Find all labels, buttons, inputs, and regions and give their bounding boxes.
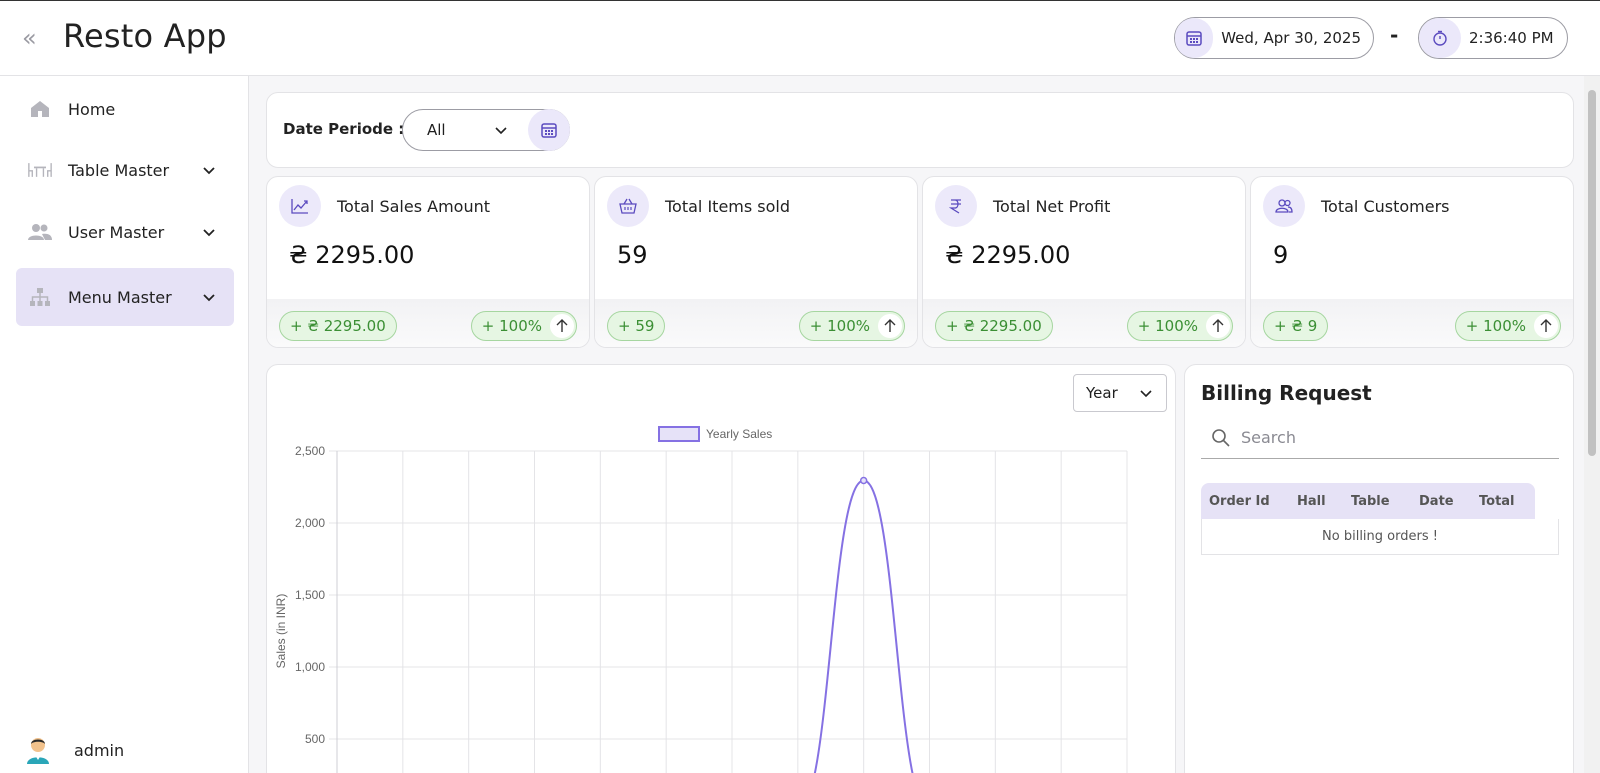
- sidebar-item-menu-master[interactable]: Menu Master: [16, 268, 234, 326]
- sidebar-item-user-master[interactable]: User Master: [16, 203, 234, 261]
- chevron-down-icon: [203, 167, 215, 175]
- date-period-value: All: [427, 121, 446, 139]
- column-header: Table: [1351, 493, 1390, 509]
- table-header: Order Id Hall Table Date Total: [1201, 483, 1535, 519]
- basket-icon: [607, 185, 649, 227]
- sidebar-item-table-master[interactable]: Table Master: [16, 141, 234, 199]
- search-box: [1201, 417, 1559, 459]
- chart-period-value: Year: [1086, 384, 1118, 402]
- y-tick-label: 2,500: [295, 444, 325, 458]
- stat-percent-badge: + 100%: [470, 311, 577, 341]
- y-tick-label: 1,000: [295, 660, 325, 674]
- stat-card-items-sold: Total Items sold 59 + 59 + 100%: [594, 176, 918, 348]
- chevron-down-icon: [1140, 390, 1152, 398]
- stat-card-total-sales: Total Sales Amount ₴ 2295.00 + ₴ 2295.00…: [266, 176, 590, 348]
- y-tick-label: 2,000: [295, 516, 325, 530]
- search-input[interactable]: [1241, 428, 1541, 447]
- billing-table: Order Id Hall Table Date Total No billin…: [1201, 483, 1559, 555]
- sidebar-item-label: Table Master: [68, 160, 170, 180]
- app-title: Resto App: [63, 17, 227, 55]
- stat-title: Total Sales Amount: [337, 196, 490, 216]
- column-header: Total: [1479, 493, 1515, 509]
- stat-percent-badge: + 100%: [1126, 311, 1233, 341]
- date-period-label: Date Periode :: [283, 120, 405, 138]
- y-tick-label: 500: [305, 732, 325, 746]
- time-display: 2:36:40 PM: [1418, 17, 1568, 59]
- stat-percent-badge: + 100%: [798, 311, 905, 341]
- empty-table-message: No billing orders !: [1201, 519, 1559, 555]
- y-tick-label: 1,500: [295, 588, 325, 602]
- sales-chart-panel: Year Yearly Sales 2,500 2,000 1,500 1,000 500…: [266, 364, 1176, 773]
- column-header: Hall: [1297, 493, 1326, 509]
- top-header: « Resto App Wed, Apr 30, 2025 - 2:36:40 …: [0, 0, 1600, 76]
- users-icon: [28, 221, 52, 243]
- calendar-icon: [1175, 18, 1214, 58]
- avatar: [26, 736, 50, 764]
- date-period-select[interactable]: All: [402, 109, 570, 151]
- column-header: Date: [1419, 493, 1454, 509]
- chevron-down-icon: [203, 229, 215, 237]
- data-point: [859, 476, 868, 485]
- stat-percent: + 100%: [481, 317, 542, 335]
- arrow-up-icon: [1206, 314, 1230, 338]
- trend-chart-icon: [279, 185, 321, 227]
- stat-value: 9: [1273, 241, 1289, 269]
- collapse-sidebar-icon[interactable]: «: [22, 25, 44, 53]
- chevron-down-icon: [495, 127, 507, 135]
- username: admin: [74, 740, 125, 760]
- sidebar: Home Table Master User Master Menu Maste…: [0, 76, 249, 773]
- legend-label: Yearly Sales: [706, 427, 772, 441]
- calendar-picker-button[interactable]: [528, 109, 570, 151]
- billing-request-panel: Billing Request Order Id Hall Table Date…: [1184, 364, 1574, 773]
- yearly-sales-chart: Yearly Sales 2,500 2,000 1,500 1,000 500 Sales…: [274, 426, 1128, 773]
- scrollbar-thumb[interactable]: [1588, 90, 1596, 456]
- arrow-up-icon: [878, 314, 902, 338]
- search-icon: [1212, 428, 1230, 447]
- date-time-separator: -: [1390, 23, 1399, 47]
- rupee-icon: [935, 185, 977, 227]
- sidebar-item-label: Menu Master: [68, 287, 172, 307]
- stat-delta-badge: + 59: [607, 311, 666, 341]
- date-filter-panel: Date Periode : All: [266, 92, 1574, 168]
- calendar-icon: [541, 123, 557, 138]
- billing-title: Billing Request: [1201, 381, 1372, 405]
- chevron-down-icon: [203, 294, 215, 302]
- stat-value: ₴ 2295.00: [945, 241, 1071, 269]
- sidebar-item-label: Home: [68, 99, 116, 119]
- stat-card-net-profit: Total Net Profit ₴ 2295.00 + ₴ 2295.00 +…: [922, 176, 1246, 348]
- sidebar-item-home[interactable]: Home: [16, 80, 234, 138]
- sitemap-icon: [28, 286, 52, 308]
- stat-card-customers: Total Customers 9 + ₴ 9 + 100%: [1250, 176, 1574, 348]
- stat-percent: + 100%: [1137, 317, 1198, 335]
- stopwatch-icon: [1419, 18, 1461, 58]
- current-time: 2:36:40 PM: [1469, 29, 1554, 47]
- stat-percent: + 100%: [1465, 317, 1526, 335]
- stat-title: Total Customers: [1321, 196, 1450, 216]
- stat-title: Total Items sold: [665, 196, 791, 216]
- arrow-up-icon: [550, 314, 574, 338]
- date-display: Wed, Apr 30, 2025: [1174, 17, 1374, 59]
- customers-icon: [1263, 185, 1305, 227]
- dining-table-icon: [28, 159, 52, 181]
- stat-delta-badge: + ₴ 2295.00: [279, 311, 397, 341]
- stat-delta-badge: + ₴ 2295.00: [935, 311, 1053, 341]
- chart-period-select[interactable]: Year: [1073, 374, 1167, 412]
- stat-percent: + 100%: [809, 317, 870, 335]
- series-line: [813, 479, 914, 773]
- stat-title: Total Net Profit: [993, 196, 1111, 216]
- y-axis-label: Sales (in INR): [274, 594, 288, 669]
- stat-delta-badge: + ₴ 9: [1263, 311, 1329, 341]
- home-icon: [28, 98, 52, 120]
- current-date: Wed, Apr 30, 2025: [1221, 29, 1361, 47]
- stat-value: ₴ 2295.00: [289, 241, 415, 269]
- stat-value: 59: [617, 241, 648, 269]
- arrow-up-icon: [1534, 314, 1558, 338]
- page-scrollbar[interactable]: [1584, 76, 1600, 773]
- user-profile[interactable]: admin: [26, 736, 124, 764]
- sidebar-item-label: User Master: [68, 222, 165, 242]
- legend-swatch: [658, 426, 700, 442]
- column-header: Order Id: [1209, 493, 1270, 509]
- stat-percent-badge: + 100%: [1454, 311, 1561, 341]
